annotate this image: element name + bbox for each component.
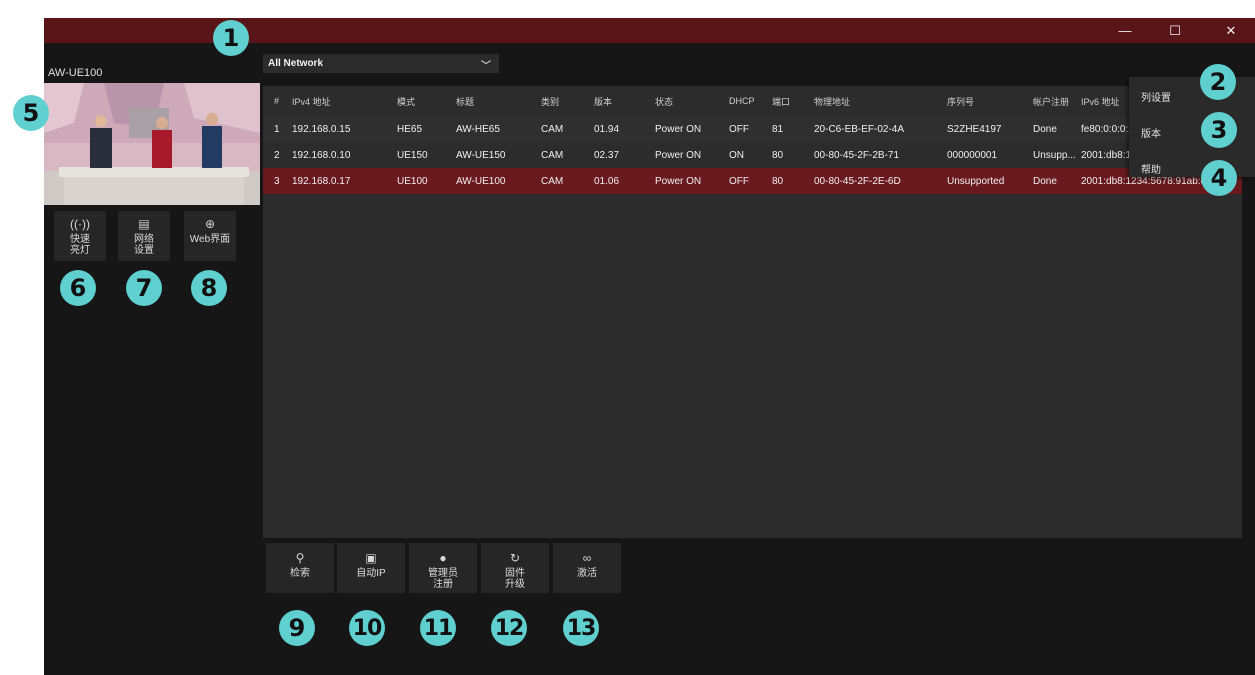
web-ui-button[interactable]: ⊕ Web界面 [184,211,236,261]
table-row[interactable]: 1 192.168.0.15 HE65 AW-HE65 CAM 01.94 Po… [263,116,1242,142]
column-header[interactable]: 类别 [541,86,559,116]
menu-item-help[interactable]: 帮助 [1141,161,1161,176]
minimize-button[interactable]: — [1105,18,1145,43]
firmware-update-label: 固件 升级 [505,568,525,590]
column-header[interactable]: 物理地址 [814,86,850,116]
column-header[interactable]: # [274,86,279,116]
minimize-icon: — [1118,23,1132,38]
column-header[interactable]: IPv4 地址 [292,86,331,116]
maximize-button[interactable]: ☐ [1155,18,1195,43]
chevron-down-icon: ﹀ [481,61,491,72]
link-icon: ∞ [582,551,592,565]
admin-register-label: 管理员 注册 [428,568,458,590]
callout-4: 4 [1201,160,1237,196]
callout-13: 13 [563,610,599,646]
callout-3: 3 [1201,112,1237,148]
camera-preview-image [44,83,260,205]
auto-ip-icon: ▣ [365,551,377,565]
callout-8: 8 [191,270,227,306]
search-label: 检索 [290,568,310,579]
column-header[interactable]: 模式 [397,86,415,116]
table-header: # IPv4 地址 模式 标题 类别 版本 状态 DHCP 端口 物理地址 序列… [263,86,1242,116]
network-select-value: All Network [268,58,324,69]
callout-7: 7 [126,270,162,306]
close-button[interactable]: ✕ [1211,18,1251,43]
close-icon: ✕ [1225,22,1237,38]
column-header[interactable]: 标题 [456,86,474,116]
column-header[interactable]: 状态 [655,86,673,116]
callout-5: 5 [13,95,49,131]
menu-item-column-settings[interactable]: 列设置 [1141,89,1171,104]
column-header[interactable]: 端口 [772,86,790,116]
activate-button[interactable]: ∞ 激活 [553,543,621,593]
app-window: — ☐ ✕ AW-UE100 ((·)) 快速 亮灯 ▤ 网络 设置 ⊕ Web… [44,18,1255,675]
quick-light-label: 快速 亮灯 [70,234,90,256]
globe-icon: ⊕ [204,217,216,231]
column-header[interactable]: 帐户注册 [1033,86,1069,116]
column-header[interactable]: 版本 [594,86,612,116]
network-select[interactable]: All Network ﹀ [263,54,499,73]
callout-10: 10 [349,610,385,646]
admin-register-button[interactable]: ● 管理员 注册 [409,543,477,593]
column-header[interactable]: DHCP [729,86,755,116]
web-ui-label: Web界面 [189,234,231,245]
callout-12: 12 [491,610,527,646]
menu-item-version[interactable]: 版本 [1141,125,1161,140]
search-icon: ⚲ [295,551,305,565]
network-settings-icon: ▤ [138,217,150,231]
network-settings-label: 网络 设置 [134,234,154,256]
callout-9: 9 [279,610,315,646]
callout-6: 6 [60,270,96,306]
search-button[interactable]: ⚲ 检索 [266,543,334,593]
callout-11: 11 [420,610,456,646]
device-name-label: AW-UE100 [48,67,103,79]
quick-light-button[interactable]: ((·)) 快速 亮灯 [54,211,106,261]
camera-preview [44,83,260,205]
admin-user-icon: ● [439,551,447,565]
activate-label: 激活 [577,568,597,579]
auto-ip-label: 自动IP [356,568,386,579]
column-header[interactable]: IPv6 地址 [1081,86,1120,116]
table-row[interactable]: 2 192.168.0.10 UE150 AW-UE150 CAM 02.37 … [263,142,1242,168]
network-settings-button[interactable]: ▤ 网络 设置 [118,211,170,261]
signal-broadcast-icon: ((·)) [70,217,90,231]
auto-ip-button[interactable]: ▣ 自动IP [337,543,405,593]
firmware-update-button[interactable]: ↻ 固件 升级 [481,543,549,593]
callout-2: 2 [1200,64,1236,100]
column-header[interactable]: 序列号 [947,86,974,116]
table-row-selected[interactable]: 3 192.168.0.17 UE100 AW-UE100 CAM 01.06 … [263,168,1242,194]
firmware-update-icon: ↻ [509,551,521,565]
device-table: # IPv4 地址 模式 标题 类别 版本 状态 DHCP 端口 物理地址 序列… [263,86,1242,538]
callout-1: 1 [213,20,249,56]
maximize-icon: ☐ [1169,22,1181,38]
